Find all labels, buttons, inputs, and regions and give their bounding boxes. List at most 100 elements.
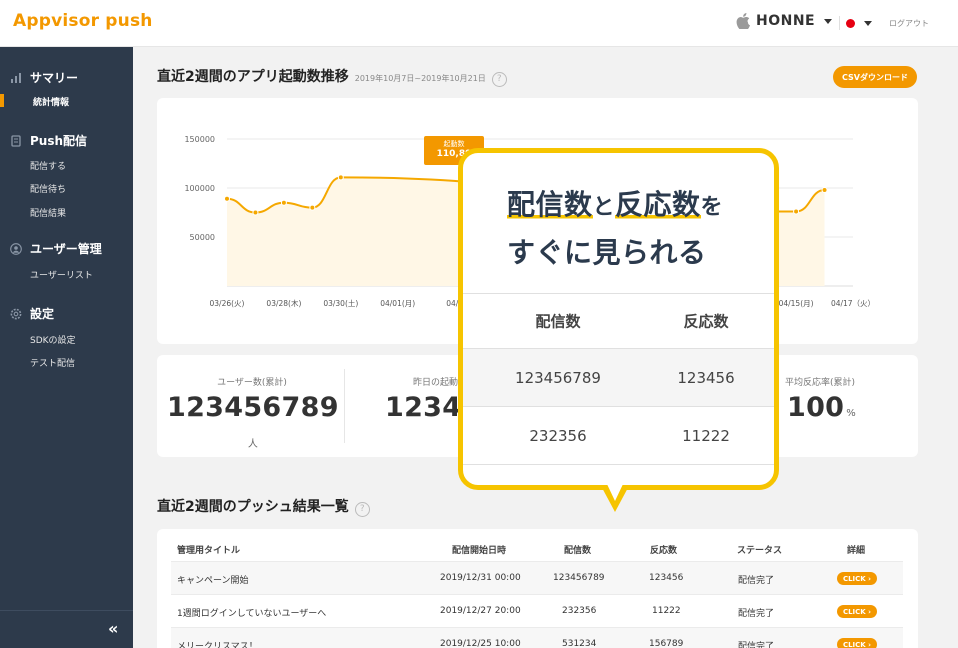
detail-button[interactable]: CLICK › — [837, 572, 877, 585]
app-switcher[interactable]: HONNE — [736, 13, 833, 29]
table-row[interactable]: メリークリスマス！ 2019/12/25 10:00 531234 156789… — [171, 627, 903, 648]
app-logo[interactable]: Appvisor push — [13, 11, 153, 31]
sidebar-section-users[interactable]: ユーザー管理 — [10, 240, 102, 257]
row-reacted: 123456 — [649, 573, 684, 583]
x-tick-label: 04/15(月) — [779, 299, 814, 308]
y-tick-label: 150000 — [184, 135, 215, 144]
chart-section-title: 直近2週間のアプリ起動数推移 2019年10月7日~2019年10月21日 ? — [157, 66, 507, 87]
push-results-table: 管理用タイトル 配信開始日時 配信数 反応数 ステータス 詳細 キャンペーン開始… — [157, 529, 918, 648]
row-date: 2019/12/25 10:00 — [440, 639, 521, 648]
sidebar-section-push[interactable]: Push配信 — [10, 132, 87, 149]
column-header: ステータス — [737, 546, 783, 556]
stat-label: 平均反応率(累計) — [785, 378, 856, 388]
callout-headline-line1: 配信数と反応数を — [507, 188, 724, 221]
column-header: 配信開始日時 — [452, 546, 507, 556]
row-sent: 123456789 — [553, 573, 605, 583]
sidebar-item-user-list[interactable]: ユーザーリスト — [30, 268, 93, 281]
callout-table: 配信数 反応数 123456789 123456 232356 11222 — [463, 293, 774, 465]
help-icon[interactable]: ? — [354, 501, 370, 517]
table-row[interactable]: キャンペーン開始 2019/12/31 00:00 123456789 1234… — [171, 561, 903, 594]
data-point[interactable] — [252, 209, 259, 216]
data-point[interactable] — [224, 195, 230, 202]
column-header: 配信数 — [564, 546, 592, 556]
column-header: 詳細 — [847, 546, 866, 556]
stat-label: ユーザー数(累計) — [217, 378, 287, 388]
callout-column-header: 配信数 — [535, 312, 581, 331]
sidebar-section-label: サマリー — [30, 71, 79, 85]
csv-download-button[interactable]: CSVダウンロード — [833, 66, 917, 88]
stat-value: 123456789人 — [167, 392, 339, 450]
callout-column-header: 反応数 — [683, 312, 729, 331]
help-icon[interactable]: ? — [491, 71, 507, 87]
row-title: メリークリスマス！ — [177, 642, 258, 648]
stat-avg-reaction: 平均反応率(累計) 100% — [777, 375, 867, 423]
x-tick-label: 04/17（火） — [831, 299, 875, 308]
y-tick-label: 100000 — [184, 184, 215, 193]
bar-chart-icon — [11, 72, 21, 83]
data-point[interactable] — [309, 204, 316, 211]
x-tick-label: 04/01(月) — [380, 299, 415, 308]
column-header: 反応数 — [650, 546, 678, 556]
data-point[interactable] — [337, 174, 344, 181]
top-header: Appvisor push HONNE ログアウト — [0, 0, 958, 47]
sidebar-item-pending[interactable]: 配信待ち — [30, 182, 66, 195]
sidebar: サマリー 統計情報 Push配信 配信する 配信待ち 配信結果 ユーザー管理 ユ… — [0, 47, 133, 648]
data-point[interactable] — [821, 186, 828, 193]
detail-button[interactable]: CLICK › — [837, 605, 877, 618]
row-sent: 531234 — [562, 639, 597, 648]
user-icon — [10, 242, 22, 255]
sidebar-item-stats[interactable]: 統計情報 — [33, 95, 69, 108]
callout-cell: 11222 — [682, 426, 730, 445]
date-range: 2019年10月7日~2019年10月21日 — [354, 74, 486, 83]
x-tick-label: 03/28(木) — [266, 298, 301, 308]
page-title: 直近2週間のアプリ起動数推移 — [157, 69, 349, 85]
row-date: 2019/12/31 00:00 — [440, 573, 521, 583]
data-point[interactable] — [280, 199, 287, 206]
x-tick-label: 03/30(土) — [323, 298, 358, 308]
row-status: 配信完了 — [738, 609, 775, 619]
sidebar-divider — [0, 610, 133, 611]
sidebar-section-label: 設定 — [30, 307, 55, 321]
japan-flag-icon — [846, 18, 855, 28]
chevron-down-icon — [864, 20, 872, 26]
app-name: HONNE — [756, 13, 816, 29]
sidebar-item-results[interactable]: 配信結果 — [30, 206, 66, 219]
sidebar-item-test-delivery[interactable]: テスト配信 — [30, 356, 75, 369]
sidebar-section-settings[interactable]: 設定 — [10, 305, 54, 322]
callout-headline-line2: すぐに見られる — [507, 236, 707, 269]
collapse-sidebar-icon[interactable]: « — [108, 619, 118, 638]
sidebar-section-label: ユーザー管理 — [30, 242, 102, 256]
stat-divider — [344, 369, 345, 443]
row-date: 2019/12/27 20:00 — [440, 606, 521, 616]
detail-button[interactable]: CLICK › — [837, 638, 877, 648]
callout-tail-inner — [606, 482, 624, 501]
logout-link[interactable]: ログアウト — [889, 18, 929, 29]
row-title: 1週間ログインしていないユーザーへ — [177, 609, 327, 619]
sidebar-item-sdk-settings[interactable]: SDKの設定 — [30, 333, 76, 346]
data-point[interactable] — [793, 208, 800, 215]
row-reacted: 156789 — [649, 639, 684, 648]
callout-cell: 123456 — [677, 368, 735, 387]
table-row[interactable]: 1週間ログインしていないユーザーへ 2019/12/27 20:00 23235… — [171, 594, 903, 627]
sidebar-section-label: Push配信 — [30, 134, 88, 148]
push-section-title: 直近2週間のプッシュ結果一覧 ? — [157, 496, 370, 517]
row-status: 配信完了 — [738, 642, 775, 648]
row-sent: 232356 — [562, 606, 597, 616]
apple-icon — [736, 13, 750, 29]
x-tick-label: 03/26(火) — [210, 299, 245, 308]
callout-table-row: 232356 11222 — [463, 407, 774, 465]
language-switcher[interactable] — [839, 16, 872, 30]
row-reacted: 11222 — [652, 606, 681, 616]
callout-table-header: 配信数 反応数 — [463, 293, 774, 349]
gear-icon — [10, 308, 22, 319]
stat-total-users: ユーザー数(累計) 123456789人 — [167, 375, 339, 454]
sidebar-item-send[interactable]: 配信する — [30, 159, 66, 172]
section-heading: 直近2週間のプッシュ結果一覧 — [157, 499, 349, 515]
stat-value: 100% — [787, 392, 857, 423]
y-tick-label: 50000 — [190, 233, 215, 242]
sidebar-section-summary[interactable]: サマリー — [10, 69, 78, 86]
callout-cell: 232356 — [529, 426, 587, 445]
row-title: キャンペーン開始 — [177, 576, 249, 586]
document-icon — [11, 134, 21, 147]
callout-cell: 123456789 — [515, 368, 601, 387]
